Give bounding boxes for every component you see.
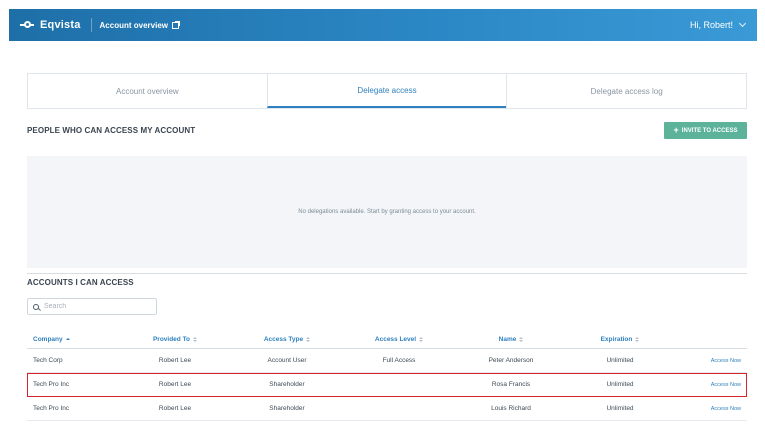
user-menu[interactable]: Hi, Robert! <box>689 19 747 30</box>
sort-icon <box>306 336 311 342</box>
cell-provided-to: Robert Lee <box>158 405 192 412</box>
cell-expiration: Unlimited <box>606 357 634 364</box>
delegates-section-title: PEOPLE WHO CAN ACCESS MY ACCOUNT <box>27 126 196 135</box>
column-header-access-level[interactable]: Access Level <box>342 336 456 343</box>
sort-icon <box>635 336 640 342</box>
search-icon <box>33 303 39 310</box>
empty-delegations-message: No delegations available. Start by grant… <box>298 209 476 215</box>
column-header-company[interactable]: Company <box>27 336 118 343</box>
column-header-label: Access Type <box>263 335 304 343</box>
section-divider <box>27 273 747 274</box>
column-header-access-type[interactable]: Access Type <box>232 336 342 343</box>
invite-button-label: INVITE TO ACCESS <box>681 127 738 134</box>
table-row: Tech Pro Inc Robert Lee Shareholder Loui… <box>27 397 747 421</box>
tab-bar: Account overview Delegate access Delegat… <box>27 73 747 109</box>
cell-name: Peter Anderson <box>488 357 534 364</box>
sort-icon <box>519 336 524 342</box>
sort-icon <box>419 336 424 342</box>
plus-icon: + <box>673 125 679 135</box>
top-nav-bar: Eqvista Account overview Hi, Robert! <box>9 9 757 41</box>
invite-to-access-button[interactable]: + INVITE TO ACCESS <box>664 122 747 139</box>
chevron-down-icon <box>738 19 747 28</box>
column-header-label: Access Level <box>374 335 417 343</box>
account-overview-link[interactable]: Account overview <box>99 20 180 30</box>
accounts-table: Company Provided To Access Type Access L… <box>27 330 747 421</box>
cell-name: Louis Richard <box>491 405 531 412</box>
empty-delegations-panel: No delegations available. Start by grant… <box>27 156 747 268</box>
cell-expiration: Unlimited <box>606 381 634 388</box>
sort-icon <box>193 336 198 342</box>
cell-company: Tech Pro Inc <box>33 405 70 412</box>
cell-access-level: Full Access <box>382 357 416 364</box>
external-link-icon <box>172 20 180 29</box>
eqvista-logo-icon <box>20 21 34 29</box>
cell-expiration: Unlimited <box>606 405 634 412</box>
column-header-label: Provided To <box>152 335 191 343</box>
user-greeting: Hi, Robert! <box>689 20 733 30</box>
tab-delegate-access[interactable]: Delegate access <box>266 74 507 108</box>
access-now-cell: Access Now <box>674 382 747 388</box>
tab-account-overview[interactable]: Account overview <box>28 74 267 108</box>
access-now-cell: Access Now <box>674 358 747 364</box>
sort-icon <box>65 337 70 341</box>
column-header-expiration[interactable]: Expiration <box>566 336 674 343</box>
search-input[interactable] <box>44 303 154 310</box>
column-header-provided-to[interactable]: Provided To <box>118 336 232 343</box>
cell-company: Tech Pro Inc <box>33 381 70 388</box>
column-header-label: Company <box>33 335 63 343</box>
brand[interactable]: Eqvista <box>20 19 81 31</box>
column-header-label: Name <box>498 335 517 343</box>
cell-access-type: Shareholder <box>269 381 305 388</box>
tab-delegate-access-log[interactable]: Delegate access log <box>506 74 746 108</box>
access-now-link[interactable]: Access Now <box>711 358 741 364</box>
cell-access-type: Account User <box>267 357 307 364</box>
access-now-link[interactable]: Access Now <box>711 406 741 412</box>
account-overview-link-label: Account overview <box>99 20 168 30</box>
column-header-name[interactable]: Name <box>456 336 566 343</box>
accounts-section-title: ACCOUNTS I CAN ACCESS <box>27 278 134 287</box>
table-header-row: Company Provided To Access Type Access L… <box>27 330 747 349</box>
cell-name: Rosa Francis <box>491 381 531 388</box>
table-row: Tech Corp Robert Lee Account User Full A… <box>27 349 747 373</box>
brand-name: Eqvista <box>40 19 81 31</box>
access-now-cell: Access Now <box>674 406 747 412</box>
cell-provided-to: Robert Lee <box>158 381 192 388</box>
cell-access-type: Shareholder <box>269 405 305 412</box>
access-now-link[interactable]: Access Now <box>711 382 741 388</box>
search-box[interactable] <box>27 298 157 315</box>
cell-company: Tech Corp <box>33 357 63 364</box>
header-divider <box>90 18 92 32</box>
column-header-label: Expiration <box>600 335 633 343</box>
table-row-highlighted: Tech Pro Inc Robert Lee Shareholder Rosa… <box>27 373 747 397</box>
cell-provided-to: Robert Lee <box>158 357 192 364</box>
